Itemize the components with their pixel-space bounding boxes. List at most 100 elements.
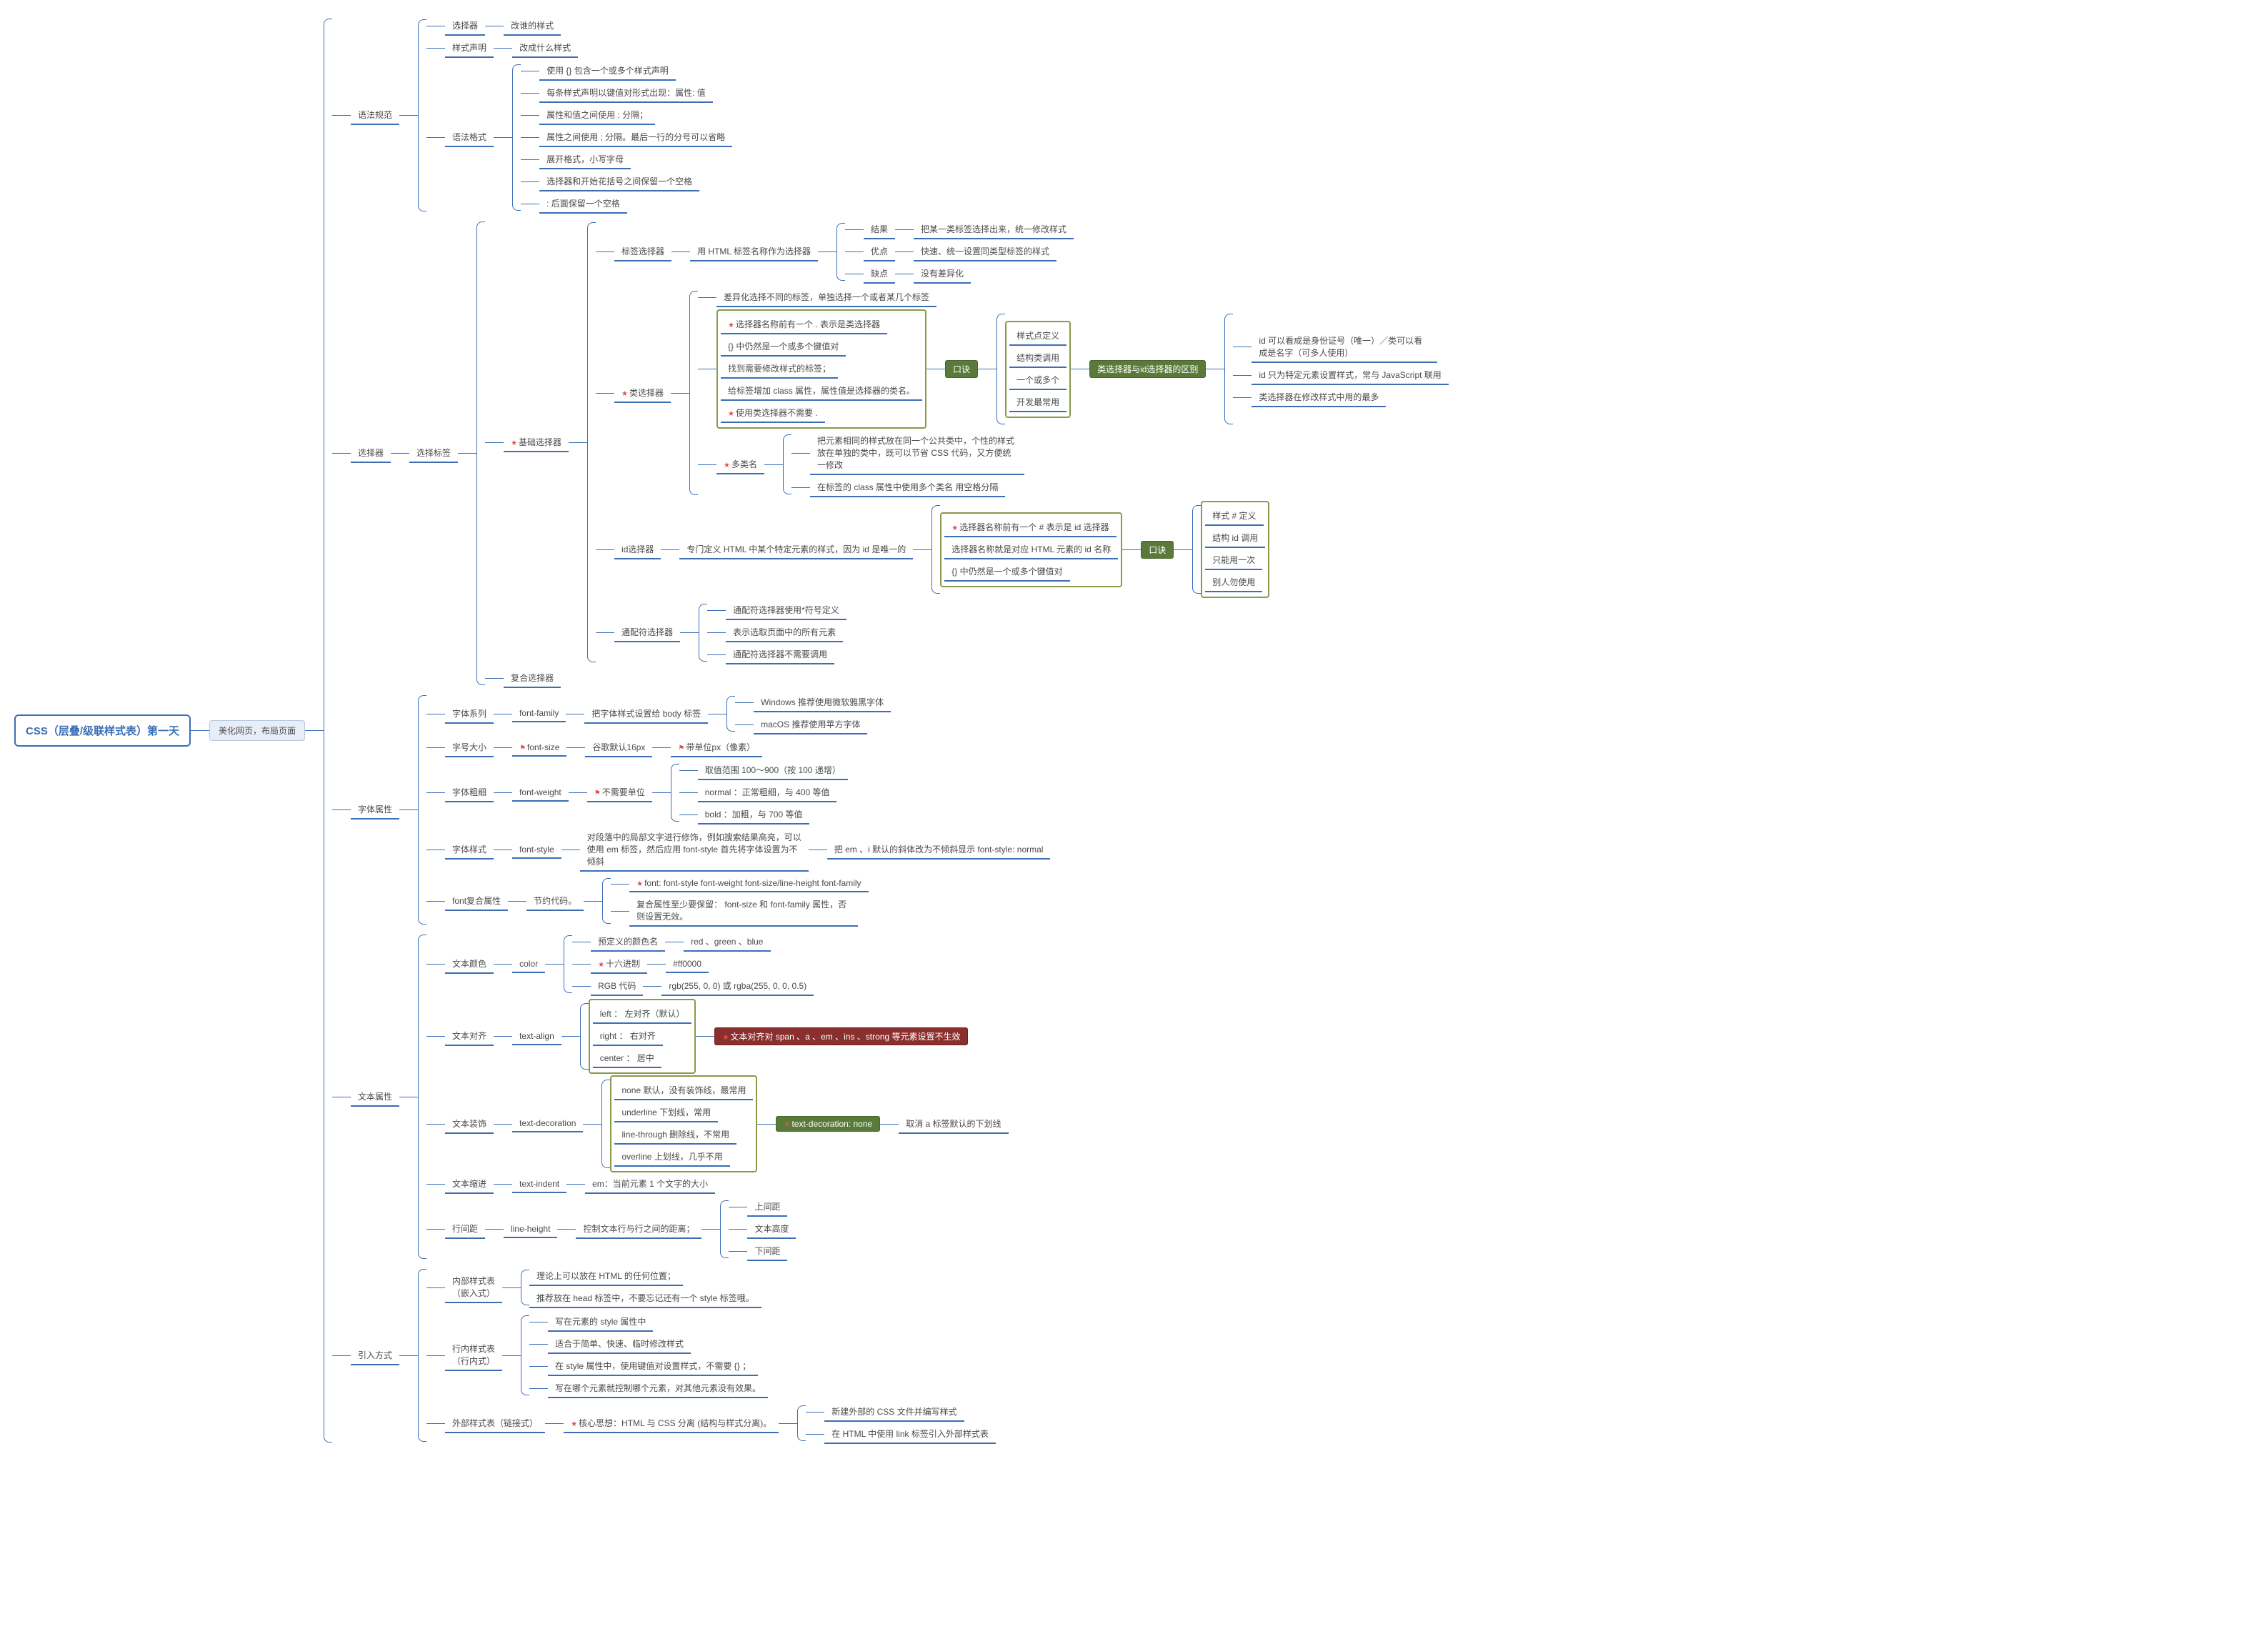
w2[interactable]: 表示选取页面中的所有元素 — [726, 623, 843, 642]
a3[interactable]: center ： 居中 — [593, 1049, 661, 1068]
f1[interactable]: 使用 {} 包含一个或多个样式声明 — [539, 61, 676, 81]
f6[interactable]: 选择器和开始花括号之间保留一个空格 — [539, 172, 699, 191]
style-desc[interactable]: 对段落中的局部文字进行修饰，例如搜索结果高亮，可以使用 em 标签，然后应用 f… — [580, 828, 809, 872]
align-en[interactable]: text-align — [512, 1028, 561, 1045]
indent[interactable]: 文本缩进 — [445, 1175, 494, 1194]
fam-en[interactable]: font-family — [512, 705, 566, 722]
deco-note[interactable]: 取消 a 标签默认的下划线 — [899, 1115, 1008, 1134]
f7[interactable]: : 后面保留一个空格 — [539, 194, 627, 214]
n-tag-sel-desc[interactable]: 用 HTML 标签名称作为选择器 — [690, 242, 818, 261]
weight[interactable]: 字体粗细 — [445, 783, 494, 802]
lh[interactable]: 行间距 — [445, 1220, 485, 1239]
tsr2a[interactable]: 优点 — [864, 242, 895, 261]
id1[interactable]: 选择器名称前有一个 # 表示是 id 选择器 — [944, 518, 1116, 537]
w-bold[interactable]: bold ：加粗，与 700 等值 — [698, 805, 810, 825]
cv1[interactable]: id 可以看成是身份证号（唯一）／类可以看成是名字（可多人使用） — [1252, 332, 1437, 363]
a1[interactable]: left ： 左对齐（默认） — [593, 1005, 692, 1024]
in1[interactable]: 理论上可以放在 HTML 的任何位置； — [529, 1267, 683, 1286]
d1[interactable]: none 默认，没有装饰线，最常用 — [614, 1081, 753, 1100]
weight-en[interactable]: font-weight — [512, 784, 569, 802]
internal[interactable]: 内部样式表（嵌入式） — [445, 1272, 502, 1303]
d2[interactable]: underline 下划线，常用 — [614, 1103, 718, 1122]
cs1[interactable]: 选择器名称前有一个 . 表示是类选择器 — [721, 315, 887, 334]
cv3[interactable]: 类选择器在修改样式中用的最多 — [1252, 388, 1386, 407]
inline[interactable]: 行内样式表（行内式） — [445, 1340, 502, 1371]
il2[interactable]: 适合于简单、快速、临时修改样式 — [548, 1335, 691, 1354]
style[interactable]: 字体样式 — [445, 840, 494, 860]
k1[interactable]: 样式点定义 — [1009, 327, 1066, 346]
w-normal[interactable]: normal ：正常粗细，与 400 等值 — [698, 783, 837, 802]
color[interactable]: 文本颜色 — [445, 955, 494, 974]
n-id-sel[interactable]: id选择器 — [614, 540, 661, 559]
branch-syntax[interactable]: 语法规范 — [351, 106, 399, 125]
cls-vs-id[interactable]: 类选择器与id选择器的区别 — [1089, 360, 1206, 378]
align[interactable]: 文本对齐 — [445, 1027, 494, 1046]
lh2[interactable]: 文本高度 — [747, 1220, 796, 1239]
tsr1a[interactable]: 结果 — [864, 220, 895, 239]
w3[interactable]: 通配符选择器不需要调用 — [726, 645, 834, 664]
n-wild-sel[interactable]: 通配符选择器 — [614, 623, 680, 642]
weight-nounit[interactable]: 不需要单位 — [587, 783, 652, 802]
size-unit[interactable]: 带单位px（像素） — [671, 738, 762, 757]
branch-font[interactable]: 字体属性 — [351, 800, 399, 819]
fc2[interactable]: 复合属性至少要保留： font-size 和 font-family 属性，否则… — [629, 895, 858, 927]
il1[interactable]: 写在元素的 style 属性中 — [548, 1312, 653, 1332]
ik2[interactable]: 结构 id 调用 — [1205, 529, 1265, 548]
f2[interactable]: 每条样式声明以键值对形式出现：属性: 值 — [539, 84, 713, 103]
lh1[interactable]: 上间距 — [747, 1197, 787, 1217]
k2[interactable]: 结构类调用 — [1009, 349, 1066, 368]
c3a[interactable]: RGB 代码 — [591, 977, 643, 996]
c3b[interactable]: rgb(255, 0, 0) 或 rgba(255, 0, 0, 0.5) — [661, 977, 814, 996]
d4[interactable]: overline 上划线，几乎不用 — [614, 1147, 729, 1167]
c1a[interactable]: 预定义的颜色名 — [591, 932, 665, 952]
n-base-sel[interactable]: 基础选择器 — [504, 433, 569, 452]
ik1[interactable]: 样式 # 定义 — [1205, 507, 1263, 526]
id3[interactable]: {} 中仍然是一个或多个键值对 — [944, 562, 1069, 582]
il4[interactable]: 写在哪个元素就控制哪个元素，对其他元素没有效果。 — [548, 1379, 768, 1398]
il3[interactable]: 在 style 属性中，使用键值对设置样式，不需要 {} ； — [548, 1357, 758, 1376]
koujue1[interactable]: 口诀 — [945, 360, 978, 378]
cs4[interactable]: 给标签增加 class 属性，属性值是选择器的类名。 — [721, 382, 922, 401]
multi-title[interactable]: 多类名 — [716, 455, 764, 474]
lh3[interactable]: 下间距 — [747, 1242, 787, 1261]
n-selector[interactable]: 选择器 — [445, 16, 485, 36]
fam[interactable]: 字体系列 — [445, 704, 494, 724]
w1[interactable]: 通配符选择器使用*符号定义 — [726, 601, 846, 620]
ex-core[interactable]: 核心思想：HTML 与 CSS 分离 (结构与样式分离)。 — [564, 1414, 779, 1433]
f3[interactable]: 属性和值之间使用 : 分隔； — [539, 106, 655, 125]
lh-desc[interactable]: 控制文本行与行之间的距离； — [576, 1220, 701, 1239]
size-desc[interactable]: 谷歌默认16px — [585, 738, 652, 757]
fam-mac[interactable]: macOS 推荐使用苹方字体 — [754, 715, 867, 734]
f5[interactable]: 展开格式，小写字母 — [539, 150, 631, 169]
indent-desc[interactable]: em：当前元素 1 个文字的大小 — [585, 1175, 715, 1194]
ik4[interactable]: 别人勿使用 — [1205, 573, 1262, 592]
branch-selectors[interactable]: 选择器 — [351, 444, 391, 463]
fc1[interactable]: font: font-style font-weight font-size/l… — [629, 875, 868, 892]
m1[interactable]: 把元素相同的样式放在同一个公共类中，个性的样式放在单独的类中，既可以节省 CSS… — [810, 432, 1024, 475]
fam-desc[interactable]: 把字体样式设置给 body 标签 — [584, 704, 708, 724]
e1[interactable]: 新建外部的 CSS 文件并编写样式 — [824, 1403, 964, 1422]
n-styledecl[interactable]: 样式声明 — [445, 39, 494, 58]
ik3[interactable]: 只能用一次 — [1205, 551, 1262, 570]
cv2[interactable]: id 只为特定元素设置样式，常与 JavaScript 联用 — [1252, 366, 1448, 385]
indent-en[interactable]: text-indent — [512, 1176, 566, 1193]
n-change[interactable]: 改成什么样式 — [512, 39, 578, 58]
n-select-tag[interactable]: 选择标签 — [409, 444, 458, 463]
external[interactable]: 外部样式表（链接式） — [445, 1414, 545, 1433]
align-note[interactable]: 文本对齐对 span 、a 、em 、ins 、strong 等元素设置不生效 — [714, 1027, 968, 1045]
n-format[interactable]: 语法格式 — [445, 128, 494, 147]
style-en[interactable]: font-style — [512, 842, 561, 859]
color-en[interactable]: color — [512, 956, 545, 973]
in2[interactable]: 推荐放在 head 标签中，不要忘记还有一个 style 标签哦。 — [529, 1289, 761, 1308]
cs3[interactable]: 找到需要修改样式的标签； — [721, 359, 838, 379]
tsr3b[interactable]: 没有差异化 — [914, 264, 971, 284]
size-en[interactable]: font-size — [512, 739, 566, 757]
f4[interactable]: 属性之间使用 ; 分隔。最后一行的分号可以省略 — [539, 128, 732, 147]
branch-import[interactable]: 引入方式 — [351, 1346, 399, 1365]
w-range[interactable]: 取值范围 100～900（按 100 递增） — [698, 761, 848, 780]
n-class-sel[interactable]: 类选择器 — [614, 384, 671, 403]
size[interactable]: 字号大小 — [445, 738, 494, 757]
branch-text[interactable]: 文本属性 — [351, 1087, 399, 1107]
cs2[interactable]: {} 中仍然是一个或多个键值对 — [721, 337, 846, 357]
c1b[interactable]: red 、green 、blue — [684, 932, 770, 952]
